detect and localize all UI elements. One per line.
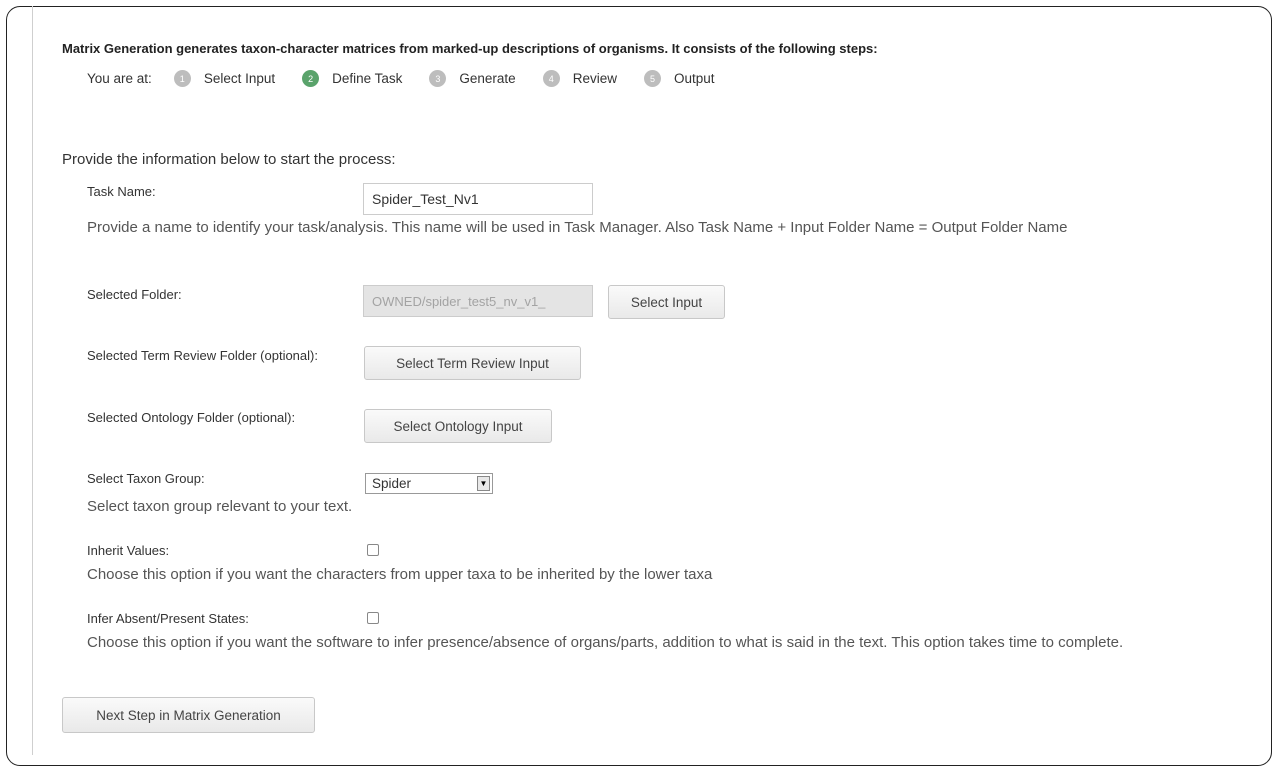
step-label: Select Input [203, 71, 276, 86]
step-generate: 3 Generate [429, 70, 516, 87]
step-review: 4 Review [542, 70, 617, 87]
step-number-badge: 5 [643, 70, 661, 87]
step-select-input: 1 Select Input [173, 70, 276, 87]
selected-folder-input [363, 285, 593, 317]
step-number-badge: 3 [429, 70, 447, 87]
step-number-badge: 1 [173, 70, 191, 87]
form-heading: Provide the information below to start t… [62, 151, 396, 168]
taxon-group-help: Select taxon group relevant to your text… [87, 498, 353, 515]
step-number-badge: 4 [542, 70, 560, 87]
dropdown-arrow-icon[interactable]: ▼ [477, 476, 490, 491]
taxon-group-value: Spider [372, 476, 412, 491]
infer-states-checkbox[interactable] [367, 612, 379, 624]
inherit-values-label: Inherit Values: [87, 543, 170, 558]
ontology-label: Selected Ontology Folder (optional): [87, 410, 296, 425]
infer-states-help: Choose this option if you want the softw… [87, 634, 1124, 651]
task-name-label: Task Name: [87, 184, 156, 199]
taxon-group-label: Select Taxon Group: [87, 471, 205, 486]
infer-states-label: Infer Absent/Present States: [87, 611, 249, 626]
inherit-values-help: Choose this option if you want the chara… [87, 566, 713, 583]
step-label: Output [673, 71, 715, 86]
inherit-values-checkbox[interactable] [367, 544, 379, 556]
selected-folder-label: Selected Folder: [87, 287, 182, 302]
step-output: 5 Output [643, 70, 715, 87]
step-number-badge: 2 [302, 70, 320, 87]
step-label: Define Task [332, 71, 403, 86]
select-input-button[interactable]: Select Input [608, 285, 725, 319]
select-ontology-button[interactable]: Select Ontology Input [364, 409, 552, 443]
term-review-label: Selected Term Review Folder (optional): [87, 348, 318, 363]
task-name-help: Provide a name to identify your task/ana… [87, 219, 1068, 236]
step-define-task: 2 Define Task [302, 70, 402, 87]
progress-steps: You are at: 1 Select Input 2 Define Task… [87, 70, 742, 87]
task-name-input[interactable] [363, 183, 593, 215]
select-term-review-button[interactable]: Select Term Review Input [364, 346, 581, 380]
next-step-button[interactable]: Next Step in Matrix Generation [62, 697, 315, 733]
step-label: Review [572, 71, 617, 86]
progress-label: You are at: [87, 71, 152, 86]
content-left-border [32, 6, 33, 755]
step-label: Generate [459, 71, 516, 86]
panel-frame [6, 6, 1272, 766]
intro-text: Matrix Generation generates taxon-charac… [62, 41, 878, 56]
taxon-group-select[interactable]: Spider ▼ [365, 473, 493, 494]
